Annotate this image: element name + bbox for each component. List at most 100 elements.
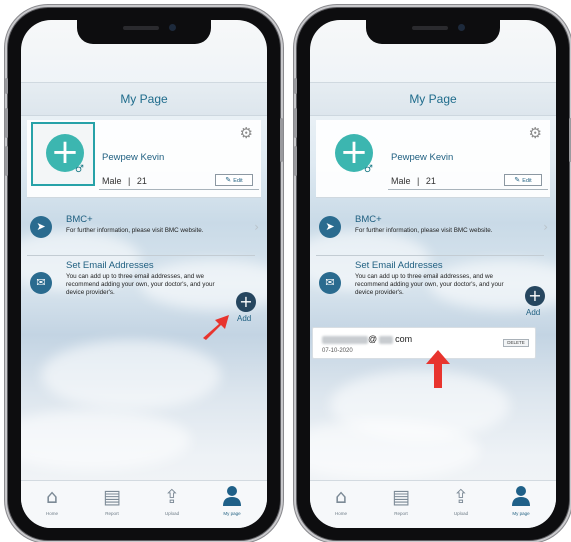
tab-my-page[interactable]: My page <box>207 485 257 525</box>
email-entry-card[interactable]: @ com 07-10-2020 DELETE <box>312 327 536 359</box>
menu-bmc-title: BMC+ <box>66 214 93 225</box>
tab-home-label: Home <box>45 511 58 516</box>
menu-item-email: ✉ Set Email Addresses You can add up to … <box>27 260 261 320</box>
volume-up-button <box>5 108 8 138</box>
header-bar: My Page <box>21 82 267 116</box>
profile-gender: Male <box>102 176 122 186</box>
menu-bmc-desc: For further information, please visit BM… <box>66 227 204 234</box>
screen-right: My Page + ♂ ⚙ Pewpew Kevin Male | 21 ✎ Ed… <box>310 20 556 528</box>
tab-report[interactable]: ▤ Report <box>87 485 137 525</box>
tab-home[interactable]: ⌂ Home <box>27 485 77 525</box>
add-email-label[interactable]: Add <box>237 314 251 323</box>
profile-name: Pewpew Kevin <box>102 152 165 163</box>
upload-icon: ⇪ <box>164 486 180 508</box>
email-date: 07-10-2020 <box>322 348 353 354</box>
home-icon: ⌂ <box>45 486 59 508</box>
pencil-icon: ✎ <box>225 176 232 184</box>
menu-bmc-title: BMC+ <box>355 214 382 225</box>
avatar[interactable]: + ♂ <box>31 122 95 186</box>
add-email-button[interactable]: + <box>525 286 545 306</box>
header-bar: My Page <box>310 82 556 116</box>
gear-icon[interactable]: ⚙ <box>529 124 542 142</box>
tab-my-page-label: My page <box>223 511 241 516</box>
report-icon: ▤ <box>103 486 121 508</box>
add-email-label[interactable]: Add <box>526 308 540 317</box>
red-arrow-icon <box>203 315 229 340</box>
menu-divider <box>27 255 255 256</box>
menu-email-title: Set Email Addresses <box>355 260 443 271</box>
mail-icon: ✉ <box>30 272 52 294</box>
menu-item-bmc[interactable]: ➤ BMC+ For further information, please v… <box>27 214 261 252</box>
red-arrow-icon <box>426 350 450 388</box>
email-domain-suffix: com <box>395 334 413 344</box>
tab-bar: ⌂ Home ▤ Report ⇪ Upload My page <box>21 480 267 528</box>
profile-card: + ♂ ⚙ Pewpew Kevin Male | 21 ✎ Edit <box>27 120 261 198</box>
profile-age: 21 <box>136 176 147 186</box>
chevron-right-icon: › <box>254 220 259 234</box>
profile-info: Male | 21 <box>391 176 436 186</box>
avatar[interactable]: + ♂ <box>320 122 384 186</box>
tab-my-page-label: My page <box>512 511 530 516</box>
person-icon <box>496 485 546 509</box>
phone-left: My Page + ♂ ⚙ Pewpew Kevin Male | 21 ✎ Ed… <box>5 8 283 540</box>
male-symbol-icon: ♂ <box>75 164 84 175</box>
page-title: My Page <box>120 92 168 106</box>
profile-name: Pewpew Kevin <box>391 152 454 163</box>
send-icon: ➤ <box>319 216 341 238</box>
tab-my-page[interactable]: My page <box>496 485 546 525</box>
email-address: @ com <box>322 334 412 344</box>
tab-report-label: Report <box>394 511 408 516</box>
volume-down-button <box>5 146 8 176</box>
home-icon: ⌂ <box>334 486 348 508</box>
front-camera <box>458 24 465 31</box>
tab-upload[interactable]: ⇪ Upload <box>147 485 197 525</box>
redacted-domain <box>379 335 394 344</box>
menu-email-desc: You can add up to three email addresses,… <box>66 273 215 296</box>
tab-home-label: Home <box>334 511 347 516</box>
send-icon: ➤ <box>30 216 52 238</box>
front-camera <box>169 24 176 31</box>
phone-right: My Page + ♂ ⚙ Pewpew Kevin Male | 21 ✎ Ed… <box>294 8 571 540</box>
notch <box>366 20 500 44</box>
menu-divider <box>316 255 544 256</box>
menu-email-title: Set Email Addresses <box>66 260 154 271</box>
speaker <box>123 26 159 30</box>
tab-upload[interactable]: ⇪ Upload <box>436 485 486 525</box>
menu-item-email: ✉ Set Email Addresses You can add up to … <box>316 260 550 320</box>
menu-bmc-desc: For further information, please visit BM… <box>355 227 493 234</box>
edit-button[interactable]: ✎ Edit <box>504 174 542 186</box>
profile-gender: Male <box>391 176 411 186</box>
add-email-button[interactable]: + <box>236 292 256 312</box>
notch <box>77 20 211 44</box>
profile-separator: | <box>128 176 131 186</box>
tab-bar: ⌂ Home ▤ Report ⇪ Upload My page <box>310 480 556 528</box>
profile-underline <box>99 189 259 190</box>
gear-icon[interactable]: ⚙ <box>240 124 253 142</box>
mute-switch <box>294 78 297 94</box>
profile-info: Male | 21 <box>102 176 147 186</box>
upload-icon: ⇪ <box>453 486 469 508</box>
report-icon: ▤ <box>392 486 410 508</box>
menu-email-desc: You can add up to three email addresses,… <box>355 273 504 296</box>
redacted-username <box>322 335 368 344</box>
profile-separator: | <box>417 176 420 186</box>
speaker <box>412 26 448 30</box>
profile-age: 21 <box>425 176 436 186</box>
mute-switch <box>5 78 8 94</box>
profile-underline <box>388 189 548 190</box>
tab-report-label: Report <box>105 511 119 516</box>
volume-down-button <box>294 146 297 176</box>
mail-icon: ✉ <box>319 272 341 294</box>
menu-item-bmc[interactable]: ➤ BMC+ For further information, please v… <box>316 214 550 252</box>
chevron-right-icon: › <box>543 220 548 234</box>
volume-up-button <box>294 108 297 138</box>
edit-label: Edit <box>522 178 532 184</box>
male-symbol-icon: ♂ <box>364 164 373 175</box>
delete-button[interactable]: DELETE <box>503 339 529 347</box>
edit-label: Edit <box>233 178 243 184</box>
tab-report[interactable]: ▤ Report <box>376 485 426 525</box>
screen-left: My Page + ♂ ⚙ Pewpew Kevin Male | 21 ✎ Ed… <box>21 20 267 528</box>
email-at: @ <box>368 334 378 344</box>
edit-button[interactable]: ✎ Edit <box>215 174 253 186</box>
tab-home[interactable]: ⌂ Home <box>316 485 366 525</box>
